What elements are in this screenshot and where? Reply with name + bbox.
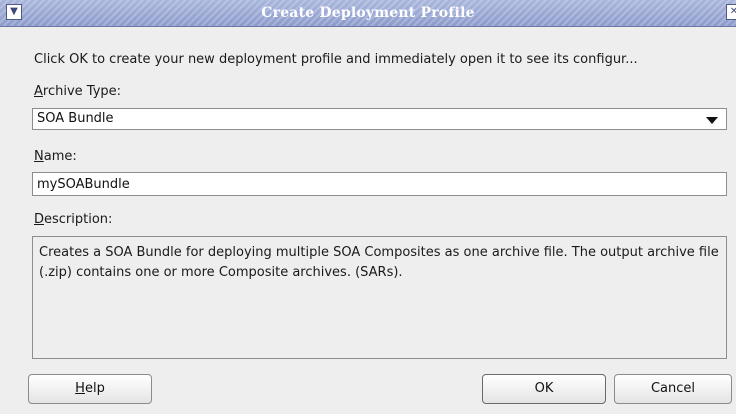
archive-type-select[interactable]: SOA Bundle <box>32 108 727 130</box>
name-label-text: ame: <box>43 149 77 164</box>
description-mnemonic: D <box>34 212 45 227</box>
archive-type-label-text: rchive Type: <box>42 84 122 99</box>
description-label: Description: <box>34 212 112 227</box>
dropdown-arrow-icon[interactable] <box>706 117 718 124</box>
description-label-text: escription: <box>44 212 113 227</box>
help-button[interactable]: Help <box>28 374 152 404</box>
window-title: Create Deployment Profile <box>261 5 475 21</box>
archive-type-label: Archive Type: <box>34 84 121 99</box>
title-bar[interactable]: ▼ Create Deployment Profile ✕ <box>0 0 736 27</box>
archive-type-value: SOA Bundle <box>37 111 114 126</box>
cancel-button[interactable]: Cancel <box>614 374 732 404</box>
name-label: Name: <box>34 149 77 164</box>
help-label-text: elp <box>84 381 105 396</box>
help-mnemonic: H <box>75 381 85 396</box>
description-text: Creates a SOA Bundle for deploying multi… <box>32 236 727 359</box>
close-icon[interactable]: ✕ <box>726 4 736 20</box>
ok-button[interactable]: OK <box>482 374 606 404</box>
name-mnemonic: N <box>34 149 44 164</box>
instructions-text: Click OK to create your new deployment p… <box>34 52 638 67</box>
archive-type-mnemonic: A <box>34 84 43 99</box>
create-deployment-profile-dialog: ▼ Create Deployment Profile ✕ Click OK t… <box>0 0 736 414</box>
name-input[interactable] <box>32 172 727 196</box>
